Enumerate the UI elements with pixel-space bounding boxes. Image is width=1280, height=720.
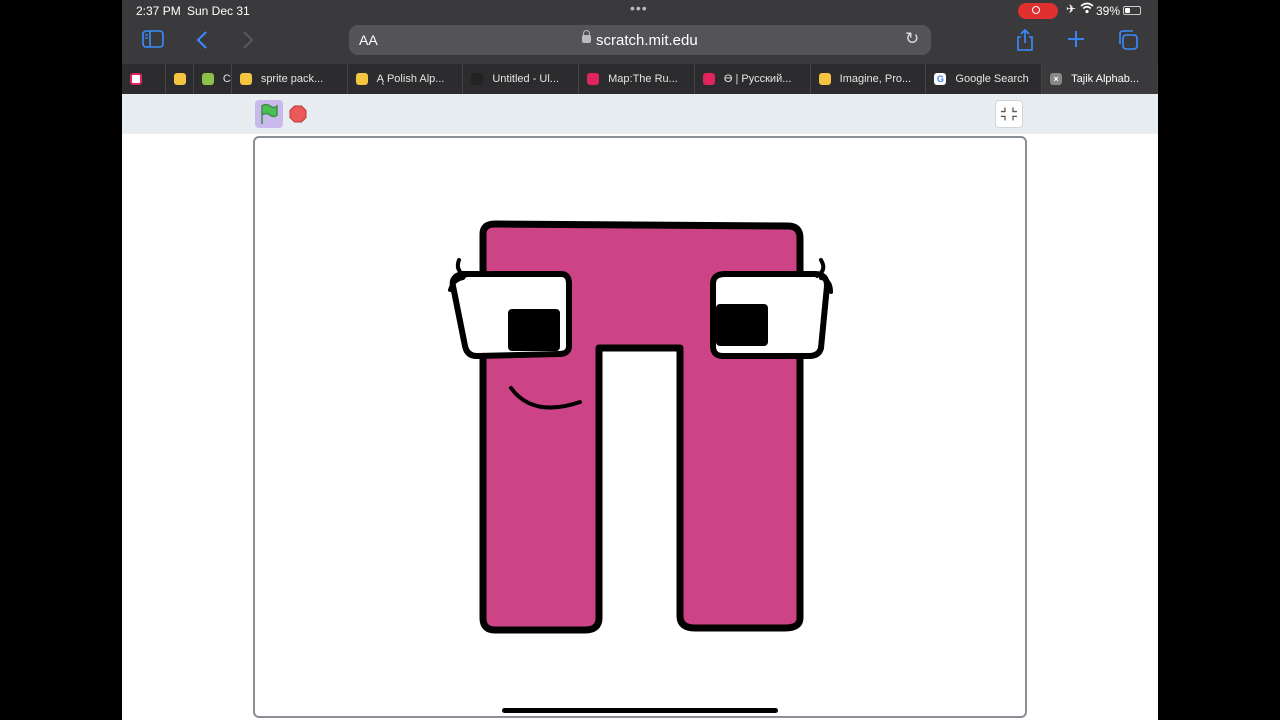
- home-indicator[interactable]: [502, 708, 778, 713]
- google-icon: G: [934, 73, 947, 85]
- js-icon: [471, 73, 484, 85]
- airplane-icon: ✈: [1066, 2, 1077, 16]
- tab-label: Tajik Alphab...: [1071, 73, 1140, 85]
- tab-label: Ą Polish Alp...: [376, 73, 445, 85]
- tab-4[interactable]: Ą Polish Alp...: [348, 64, 464, 94]
- tab-bar: Cr sprite pack... Ą Polish Alp... Untitled …: [122, 64, 1158, 94]
- fandom-icon: [702, 73, 715, 85]
- url-text[interactable]: scratch.mit.edu: [596, 32, 698, 49]
- green-flag-button[interactable]: [255, 100, 283, 128]
- tab-label: Ө | Русский...: [723, 73, 792, 85]
- sidebar-icon[interactable]: [142, 30, 164, 54]
- tab-label: sprite pack...: [260, 73, 324, 85]
- tab-label: Google Search: [955, 73, 1029, 85]
- reload-icon[interactable]: ↻: [905, 29, 919, 49]
- tab-5[interactable]: Untitled - Ul...: [463, 64, 580, 94]
- right-eye: [710, 258, 833, 359]
- stage-canvas[interactable]: [253, 136, 1027, 718]
- green-flag-icon: [261, 103, 278, 124]
- tab-9[interactable]: G Google Search: [926, 64, 1043, 94]
- tab-6[interactable]: Map:The Ru...: [579, 64, 695, 94]
- tab-8[interactable]: Imagine, Pro...: [811, 64, 927, 94]
- battery-fill: [1125, 8, 1130, 13]
- scratch-icon: [239, 73, 252, 85]
- left-lash-2: [455, 258, 467, 278]
- letter-pe-sprite[interactable]: [255, 138, 1025, 716]
- tab-label: Map:The Ru...: [608, 73, 678, 85]
- tab-7[interactable]: Ө | Русский...: [695, 64, 811, 94]
- right-pupil: [716, 304, 768, 346]
- close-icon: ×: [1050, 73, 1063, 85]
- left-eye: [448, 258, 572, 360]
- collapse-icon: [1000, 107, 1017, 121]
- forward-icon[interactable]: [242, 30, 254, 56]
- scratch-icon: [355, 73, 368, 85]
- scratch-icon: [818, 73, 831, 85]
- ipad-screen: 2:37 PM Sun Dec 31 ••• ✈ 39% AA scratch.…: [122, 0, 1158, 720]
- lock-icon: [582, 30, 591, 43]
- share-icon[interactable]: [1015, 28, 1035, 58]
- tab-3[interactable]: sprite pack...: [232, 64, 348, 94]
- browser-toolbar: AA scratch.mit.edu ↻: [122, 22, 1158, 64]
- exit-fullscreen-button[interactable]: [995, 100, 1023, 128]
- green-icon: [201, 73, 214, 85]
- battery-percent: 39%: [1096, 4, 1121, 18]
- right-lash-2: [815, 258, 826, 278]
- status-date: Sun Dec 31: [187, 4, 250, 18]
- fandom-icon: [587, 73, 600, 85]
- wifi-icon: [1080, 2, 1094, 17]
- tab-label: Untitled - Ul...: [492, 73, 559, 85]
- back-icon[interactable]: [196, 30, 208, 56]
- stage-header: [122, 94, 1158, 134]
- status-bar: 2:37 PM Sun Dec 31 ••• ✈ 39%: [122, 0, 1158, 22]
- text-size-button[interactable]: AA: [359, 32, 378, 48]
- multitasking-dots-icon[interactable]: •••: [630, 0, 648, 16]
- tab-0[interactable]: [122, 64, 166, 94]
- stop-button[interactable]: [289, 105, 307, 123]
- tab-label: Imagine, Pro...: [839, 73, 912, 85]
- address-bar[interactable]: AA scratch.mit.edu ↻: [349, 25, 931, 55]
- status-time: 2:37 PM: [136, 4, 181, 18]
- tab-label: Cr: [222, 73, 231, 85]
- new-tab-icon[interactable]: [1067, 30, 1085, 54]
- tab-2[interactable]: Cr: [194, 64, 232, 94]
- tabs-overview-icon[interactable]: [1117, 29, 1139, 57]
- tab-1[interactable]: [166, 64, 194, 94]
- app-icon: [130, 73, 142, 85]
- scratch-icon: [173, 73, 186, 85]
- battery-icon: [1123, 6, 1141, 15]
- stop-sign-icon: [289, 105, 307, 123]
- screen-record-icon[interactable]: [1018, 3, 1058, 19]
- tab-10[interactable]: × Tajik Alphab...: [1042, 64, 1158, 94]
- left-pupil: [508, 309, 560, 351]
